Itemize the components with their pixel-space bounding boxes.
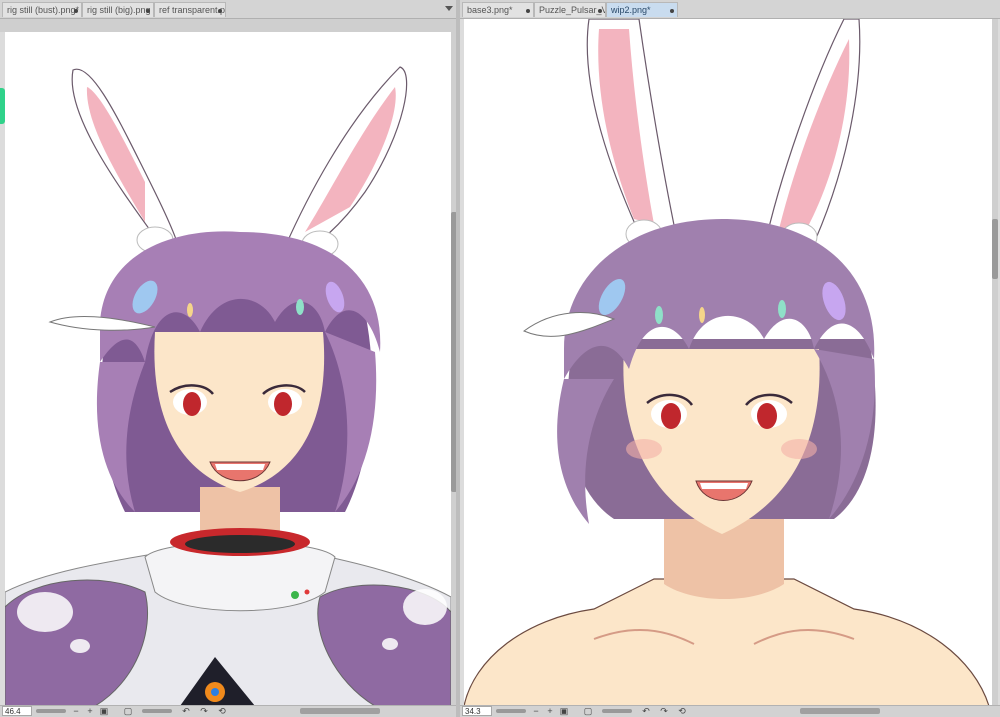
zoom-level-field[interactable]: 34.3 — [462, 706, 492, 716]
right-vertical-scroll-thumb[interactable] — [992, 219, 998, 279]
canvas-top-margin — [0, 19, 458, 32]
rotation-slider[interactable] — [142, 709, 172, 713]
unsaved-dot-icon — [598, 9, 602, 13]
right-canvas[interactable] — [464, 19, 992, 706]
minus-icon[interactable]: − — [70, 706, 82, 716]
rotate-left-icon[interactable]: ↶ — [180, 706, 192, 716]
plus-icon[interactable]: + — [84, 706, 96, 716]
tab-label: base3.png* — [467, 5, 513, 15]
unsaved-dot-icon — [146, 9, 150, 13]
tab-label: wip2.png* — [611, 5, 651, 15]
unsaved-dot-icon — [670, 9, 674, 13]
left-status-bar: 46.4 − + ▣ ▢ ↶ ↷ ⟲ — [0, 705, 458, 717]
left-canvas[interactable] — [5, 32, 451, 706]
zoom-level-field[interactable]: 46.4 — [2, 706, 32, 716]
close-tab-icon[interactable] — [218, 9, 222, 13]
zoom-slider[interactable] — [36, 709, 66, 713]
zoom-slider[interactable] — [496, 709, 526, 713]
right-tab-bar: base3.png* Puzzle_Pulsar_V wip2.png* — [460, 0, 1000, 19]
left-document-view: rig still (bust).png* rig still (big).pn… — [0, 0, 458, 717]
actual-size-icon[interactable]: ▢ — [582, 706, 594, 716]
tab-label: ref transparent.p — [159, 5, 226, 15]
rotation-slider[interactable] — [602, 709, 632, 713]
unsaved-dot-icon — [526, 9, 530, 13]
right-document-view: base3.png* Puzzle_Pulsar_V wip2.png* 34.… — [460, 0, 1000, 717]
actual-size-icon[interactable]: ▢ — [122, 706, 134, 716]
rotate-right-icon[interactable]: ↷ — [198, 706, 210, 716]
tab-ref-transparent[interactable]: ref transparent.p — [154, 2, 226, 17]
tab-label: rig still (bust).png* — [7, 5, 80, 15]
left-tab-bar: rig still (bust).png* rig still (big).pn… — [0, 0, 458, 19]
fit-icon[interactable]: ▣ — [558, 706, 570, 716]
tab-puzzle-pulsar[interactable]: Puzzle_Pulsar_V — [534, 2, 606, 17]
reset-rotation-icon[interactable]: ⟲ — [216, 706, 228, 716]
tab-wip2[interactable]: wip2.png* — [606, 2, 678, 17]
minus-icon[interactable]: − — [530, 706, 542, 716]
bunny-character-armor-illustration — [5, 66, 451, 706]
tab-label: Puzzle_Pulsar_V — [539, 5, 606, 15]
right-status-bar: 34.3 − + ▣ ▢ ↶ ↷ ⟲ — [460, 705, 1000, 717]
rotate-left-icon[interactable]: ↶ — [640, 706, 652, 716]
tab-base3[interactable]: base3.png* — [462, 2, 534, 17]
fit-icon[interactable]: ▣ — [98, 706, 110, 716]
plus-icon[interactable]: + — [544, 706, 556, 716]
right-vertical-scrollbar[interactable] — [992, 19, 998, 706]
bunny-character-bust-illustration — [464, 19, 990, 706]
right-horizontal-scroll-thumb[interactable] — [800, 708, 880, 714]
left-horizontal-scroll-thumb[interactable] — [300, 708, 380, 714]
reset-rotation-icon[interactable]: ⟲ — [676, 706, 688, 716]
tab-label: rig still (big).png — [87, 5, 151, 15]
tab-list-dropdown-icon[interactable] — [444, 3, 454, 13]
unsaved-dot-icon — [74, 9, 78, 13]
tab-rig-still-big[interactable]: rig still (big).png — [82, 2, 154, 17]
tab-rig-still-bust[interactable]: rig still (bust).png* — [2, 2, 82, 17]
rotate-right-icon[interactable]: ↷ — [658, 706, 670, 716]
